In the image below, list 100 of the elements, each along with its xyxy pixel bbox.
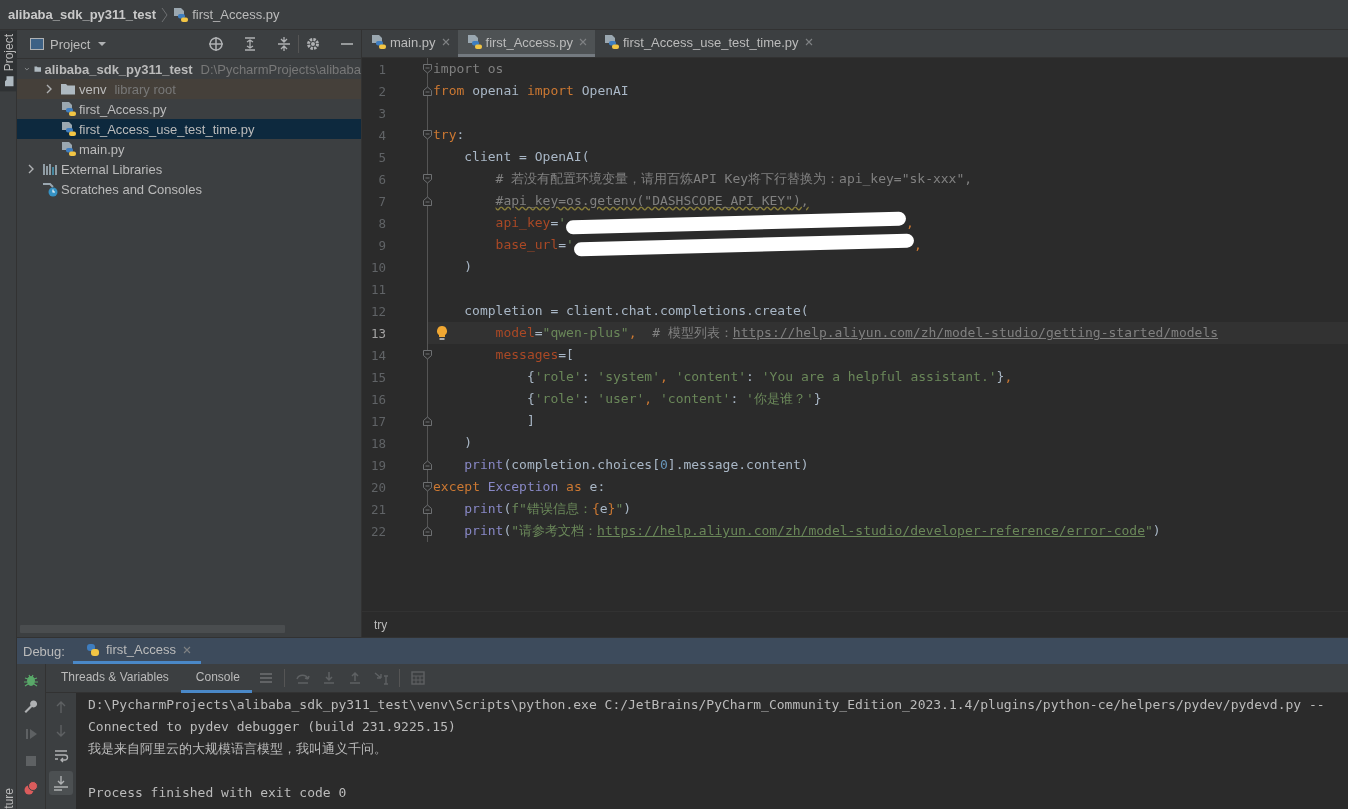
python-file-icon bbox=[60, 121, 76, 137]
run-to-cursor-icon[interactable] bbox=[372, 670, 389, 686]
fold-marker-icon[interactable] bbox=[422, 173, 433, 184]
line-number: 22 bbox=[369, 523, 386, 539]
fold-marker-icon[interactable] bbox=[422, 349, 433, 360]
editor-tab[interactable]: main.py bbox=[362, 30, 458, 57]
view-selector[interactable]: Project bbox=[29, 36, 110, 52]
python-file-icon bbox=[172, 6, 189, 23]
tree-item[interactable]: venv library root bbox=[17, 79, 361, 99]
fold-marker-icon[interactable] bbox=[422, 416, 433, 427]
code-text: , bbox=[913, 236, 922, 254]
python-file-icon bbox=[60, 141, 76, 157]
debug-tab[interactable]: Console bbox=[180, 663, 252, 693]
soft-wrap-icon[interactable] bbox=[53, 747, 69, 763]
console-line: Process finished with exit code 0 bbox=[88, 784, 347, 802]
code-line: print("请参考文档：https://help.aliyun.com/zh/model-studio/developer-reference/error-code") bbox=[463, 522, 1162, 540]
line-number: 9 bbox=[377, 237, 386, 253]
code-line: print(f"错误信息：{e}") bbox=[463, 500, 633, 518]
console-line: Connected to pydev debugger (build 231.9225.15) bbox=[88, 718, 456, 736]
resume-icon[interactable] bbox=[23, 726, 39, 742]
code-line: from openai import OpenAI bbox=[432, 82, 630, 100]
python-file-icon bbox=[465, 34, 482, 50]
line-number: 7 bbox=[377, 193, 386, 209]
editor-tab[interactable]: first_Access_use_test_time.py bbox=[594, 30, 821, 57]
folder-icon bbox=[2, 75, 15, 88]
scroll-to-end-icon[interactable] bbox=[49, 771, 73, 795]
fold-marker-icon[interactable] bbox=[422, 504, 433, 515]
code-line: print(completion.choices[0].message.content) bbox=[463, 456, 810, 474]
line-number: 1 bbox=[377, 61, 386, 77]
tree-item[interactable]: Scratches and Consoles bbox=[17, 179, 361, 199]
code-line: #api_key=os.getenv("DASHSCOPE_API_KEY"), bbox=[494, 192, 810, 210]
line-number: 20 bbox=[369, 479, 386, 495]
line-number: 21 bbox=[369, 501, 386, 517]
stop-icon[interactable] bbox=[23, 753, 39, 769]
panel-title: Debug: bbox=[23, 643, 65, 659]
code-line: # 若没有配置环境变量，请用百炼API Key将下行替换为：api_key="sk-xxx", bbox=[494, 170, 974, 188]
editor-tab[interactable]: first_Access.py bbox=[457, 30, 595, 57]
tool-window-tab[interactable]: ture bbox=[0, 786, 17, 809]
line-number: 16 bbox=[369, 391, 386, 407]
line-number: 3 bbox=[377, 105, 386, 121]
debug-tab[interactable]: Threads & Variables bbox=[46, 663, 181, 693]
fold-marker-icon[interactable] bbox=[422, 481, 433, 492]
code-line: ) bbox=[463, 258, 474, 276]
folder-icon bbox=[60, 81, 76, 97]
line-number: 4 bbox=[377, 127, 386, 143]
line-number: 12 bbox=[369, 303, 386, 319]
line-number: 10 bbox=[369, 259, 386, 275]
code-line: {'role': 'user', 'content': '你是谁？'} bbox=[525, 390, 823, 408]
line-number: 8 bbox=[377, 215, 386, 231]
calculator-icon[interactable] bbox=[409, 670, 426, 686]
library-icon bbox=[42, 161, 58, 177]
python-icon bbox=[84, 641, 101, 658]
fold-marker-icon[interactable] bbox=[422, 63, 433, 74]
line-number: 13 bbox=[369, 325, 386, 341]
code-line: ) bbox=[463, 434, 474, 452]
tree-item[interactable]: External Libraries bbox=[17, 159, 361, 179]
fold-marker-icon[interactable] bbox=[422, 526, 433, 537]
tree-item[interactable]: first_Access.py bbox=[17, 99, 361, 119]
tree-item[interactable]: main.py bbox=[17, 139, 361, 159]
chevron-icon bbox=[160, 6, 169, 23]
console-line: D:\PycharmProjects\alibaba_sdk_py311_test\venv\Scripts\python.exe C:/JetBrains/PyCharm_Community_Edition_2023.1.4/plugins/python-ce/helpers/pydev/pydevd.py -- bbox=[88, 696, 1325, 714]
code-text: base_url=' bbox=[495, 236, 574, 254]
fold-marker-icon[interactable] bbox=[422, 86, 433, 97]
line-number: 6 bbox=[377, 171, 386, 187]
fold-marker-icon[interactable] bbox=[422, 129, 433, 140]
fold-marker-icon[interactable] bbox=[422, 460, 433, 471]
code-text: api_key=' bbox=[495, 214, 567, 232]
console-line: 我是来自阿里云的大规模语言模型，我叫通义千问。 bbox=[88, 740, 387, 758]
code-line: import os bbox=[432, 60, 505, 78]
scratch-clock-icon bbox=[42, 181, 58, 197]
line-number: 11 bbox=[369, 281, 386, 297]
tool-window-tab[interactable]: Project bbox=[0, 30, 17, 92]
code-line: messages=[ bbox=[494, 346, 575, 364]
project-name[interactable]: alibaba_sdk_py311_test bbox=[8, 7, 157, 22]
code-line: completion = client.chat.completions.create( bbox=[463, 302, 810, 320]
line-number: 18 bbox=[369, 435, 386, 451]
tree-item[interactable]: first_Access_use_test_time.py bbox=[17, 119, 361, 139]
file-name[interactable]: first_Access.py bbox=[192, 7, 280, 22]
expand-all-icon[interactable] bbox=[242, 36, 258, 52]
list-icon[interactable] bbox=[257, 670, 274, 686]
tree-item[interactable]: alibaba_sdk_py311_test D:\PycharmProjects\alibaba bbox=[17, 59, 361, 79]
settings-icon[interactable] bbox=[305, 36, 321, 52]
line-number: 5 bbox=[377, 149, 386, 165]
code-line: except Exception as e: bbox=[432, 478, 607, 496]
line-number: 19 bbox=[369, 457, 386, 473]
breadcrumb[interactable]: try bbox=[374, 617, 388, 632]
wrench-icon[interactable] bbox=[23, 699, 39, 715]
breakpoints-icon[interactable] bbox=[23, 780, 39, 796]
bug-icon[interactable] bbox=[23, 672, 39, 688]
line-number: 14 bbox=[369, 347, 386, 363]
line-number: 17 bbox=[369, 413, 386, 429]
code-line: {'role': 'system', 'content': 'You are a helpful assistant.'}, bbox=[525, 368, 1014, 386]
fold-marker-icon[interactable] bbox=[422, 196, 433, 207]
window-icon bbox=[29, 36, 45, 52]
locate-icon[interactable] bbox=[208, 36, 224, 52]
light-bulb-icon[interactable] bbox=[435, 325, 449, 341]
code-line: ] bbox=[525, 412, 536, 430]
python-file-icon bbox=[370, 34, 386, 50]
code-line: try: bbox=[432, 126, 466, 144]
collapse-all-icon[interactable] bbox=[276, 36, 292, 52]
